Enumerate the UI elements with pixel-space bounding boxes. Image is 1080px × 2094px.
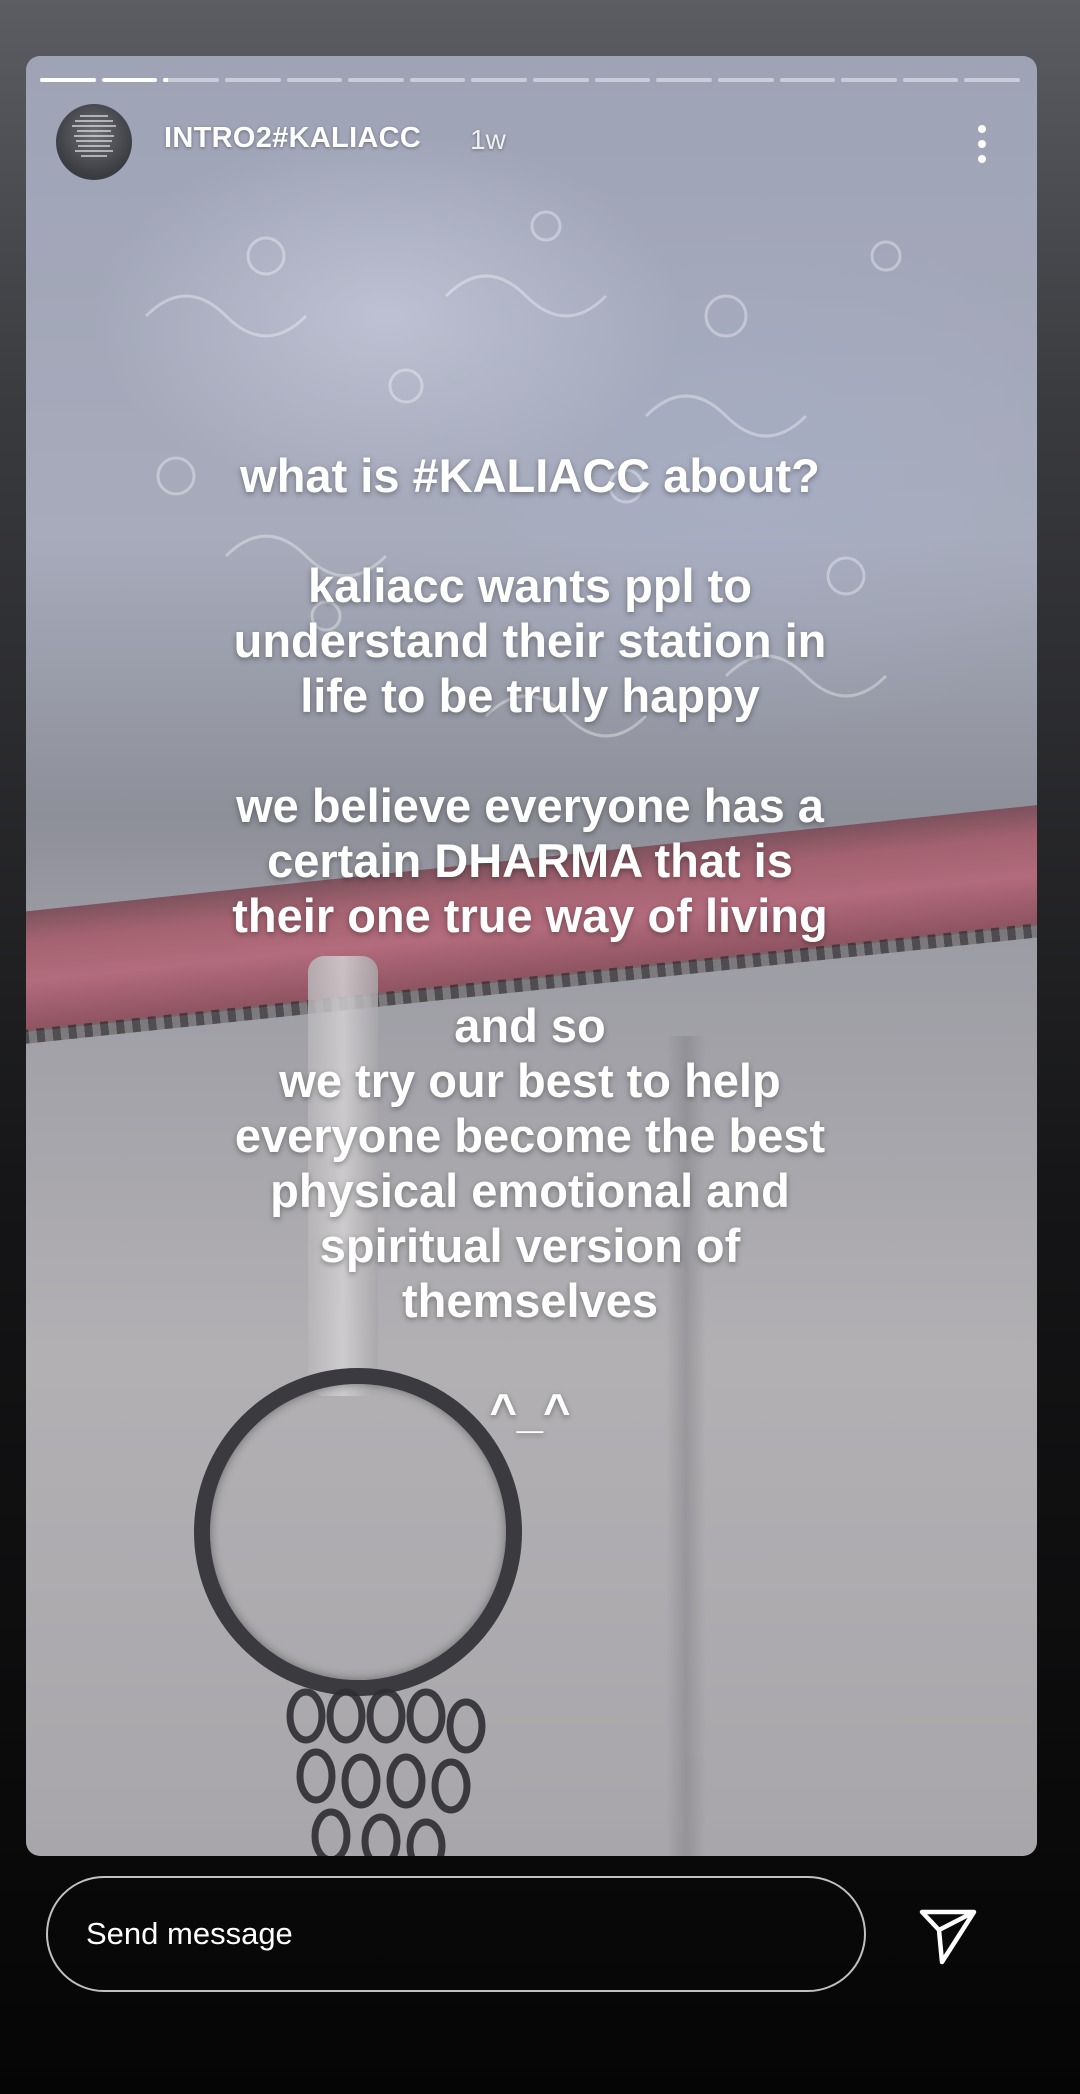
progress-segment bbox=[409, 78, 466, 82]
story-timestamp: 1w bbox=[470, 124, 506, 155]
progress-segment bbox=[594, 78, 651, 82]
story-username[interactable]: INTRO2#KALIACC bbox=[164, 122, 421, 155]
story-viewer: INTRO2#KALIACC 1w what is #KALIACC about… bbox=[0, 0, 1080, 2094]
progress-segment bbox=[101, 78, 158, 82]
more-options-button[interactable] bbox=[960, 114, 1004, 174]
send-icon[interactable] bbox=[912, 1900, 982, 1970]
progress-segment bbox=[40, 78, 96, 82]
progress-segment bbox=[779, 78, 836, 82]
story-paragraph: we believe everyone has a certain DHARMA… bbox=[232, 779, 828, 942]
story-heading: what is #KALIACC about? bbox=[240, 449, 820, 502]
progress-segment bbox=[224, 78, 281, 82]
story-progress-bar bbox=[40, 78, 1020, 82]
avatar-text-decoration bbox=[70, 112, 118, 160]
progress-segment bbox=[348, 78, 404, 82]
progress-segment bbox=[964, 78, 1020, 82]
profile-avatar[interactable] bbox=[56, 104, 132, 180]
story-text-overlay: what is #KALIACC about? kaliacc wants pp… bbox=[120, 448, 940, 1438]
progress-segment-fill bbox=[40, 78, 96, 82]
progress-segment-fill bbox=[101, 78, 158, 82]
story-emoticon: ^_^ bbox=[489, 1384, 571, 1437]
send-message-placeholder: Send message bbox=[86, 1916, 293, 1951]
progress-segment bbox=[656, 78, 712, 82]
send-message-input[interactable]: Send message bbox=[46, 1876, 866, 1992]
progress-segment bbox=[163, 78, 219, 82]
progress-segment bbox=[841, 78, 897, 82]
story-header: INTRO2#KALIACC 1w bbox=[56, 104, 1016, 184]
more-vertical-icon bbox=[978, 125, 986, 133]
progress-segment bbox=[902, 78, 959, 82]
progress-segment-fill bbox=[163, 78, 168, 82]
progress-segment bbox=[286, 78, 343, 82]
story-paragraph: and so we try our best to help everyone … bbox=[234, 999, 826, 1327]
more-vertical-icon bbox=[978, 155, 986, 163]
progress-segment bbox=[717, 78, 774, 82]
progress-segment bbox=[471, 78, 527, 82]
chains-decoration bbox=[286, 1688, 486, 1856]
more-vertical-icon bbox=[978, 140, 986, 148]
story-paragraph: kaliacc wants ppl to understand their st… bbox=[233, 559, 827, 722]
progress-segment bbox=[533, 78, 589, 82]
